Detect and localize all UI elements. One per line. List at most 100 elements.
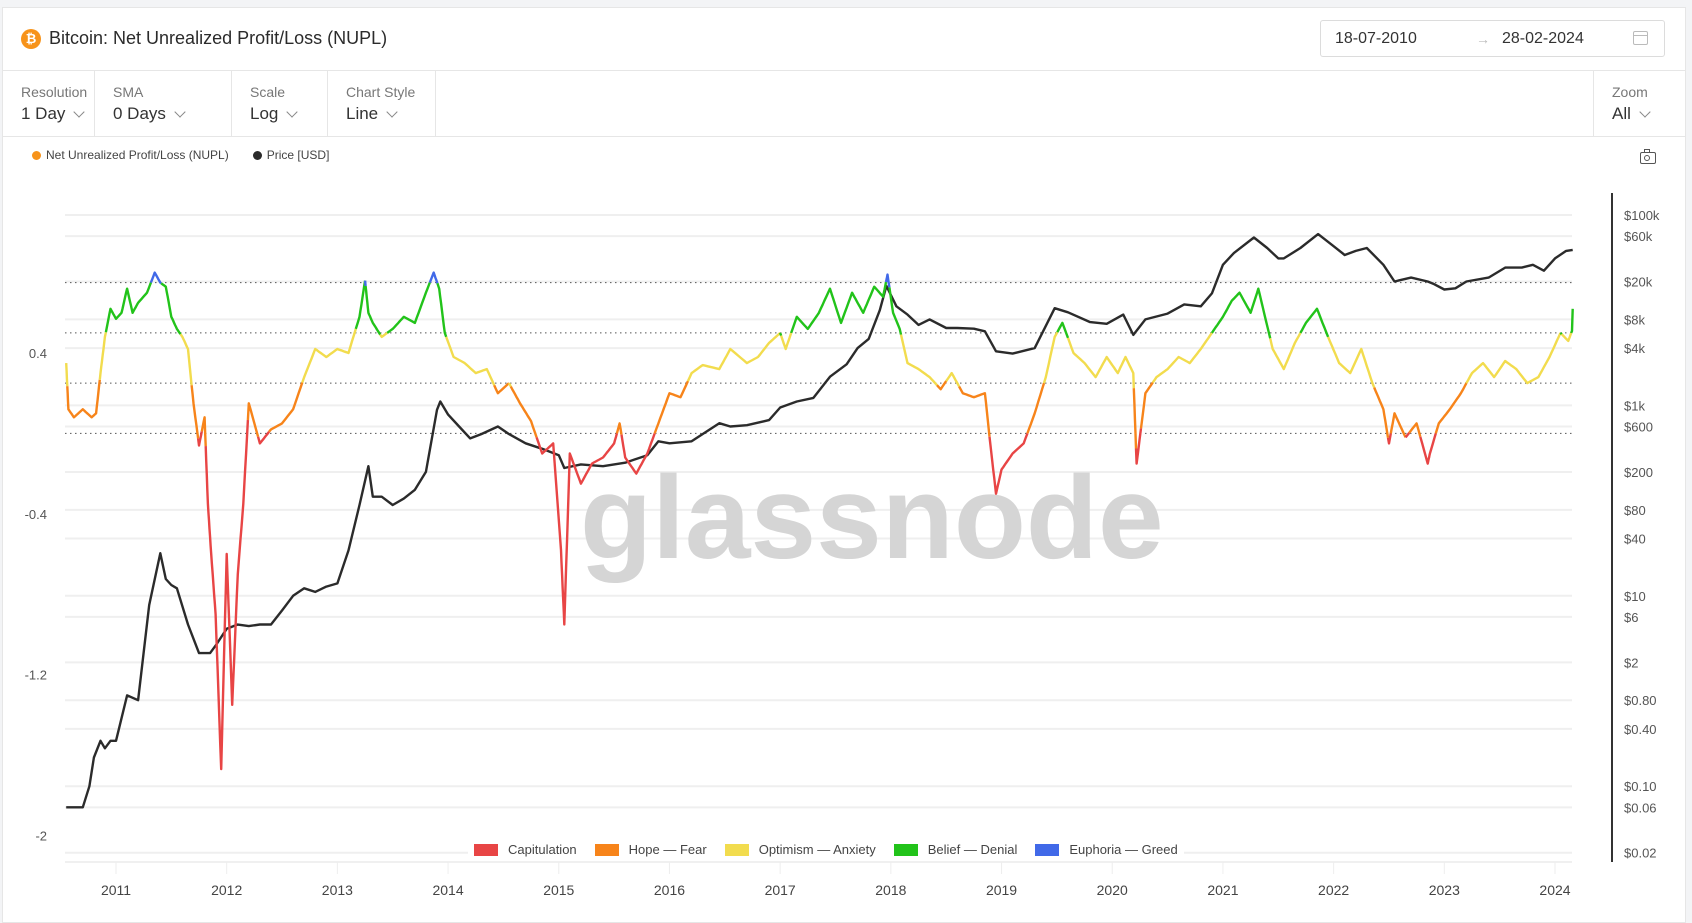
watermark: glassnode	[580, 452, 1164, 584]
nupl-line-segment	[190, 385, 200, 439]
nupl-line-segment	[790, 281, 888, 334]
nupl-line-segment	[899, 334, 938, 387]
x-axis-tick-label: 2018	[875, 882, 906, 898]
left-axis: 0.4 -0.4 -1.2 -2	[25, 346, 47, 843]
x-axis-tick-label: 2019	[986, 882, 1017, 898]
nupl-line-segment	[66, 379, 101, 419]
zone-label: Belief — Denial	[927, 842, 1018, 857]
left-axis-tick-label: -0.4	[25, 507, 47, 522]
nupl-line-segment	[1151, 332, 1213, 384]
right-axis-tick-label: $600	[1624, 420, 1653, 435]
nupl-line-segment	[160, 282, 182, 335]
nupl-line-segment	[945, 371, 961, 388]
right-axis-tick-label: $0.80	[1624, 693, 1657, 708]
color-swatch	[724, 843, 749, 856]
nupl-line-segment	[1570, 308, 1574, 334]
nupl-line-segment	[364, 285, 382, 336]
x-axis-tick-label: 2012	[211, 882, 242, 898]
nupl-line-segment	[509, 385, 538, 438]
color-swatch	[893, 843, 918, 856]
right-axis-tick-label: $0.40	[1624, 722, 1657, 737]
zone-legend-hope-fear[interactable]: Hope — Fear	[594, 842, 707, 857]
nupl-line-segment	[363, 280, 367, 287]
zone-label: Hope — Fear	[628, 842, 707, 857]
x-axis-tick-label: 2016	[654, 882, 685, 898]
nupl-line-segment	[888, 287, 903, 335]
nupl-line-segment	[436, 282, 448, 338]
nupl-line-segment	[256, 430, 271, 445]
nupl-line-segment	[65, 363, 69, 387]
nupl-line-segment	[686, 332, 782, 382]
nupl-chart: glassnode 0.4 -0.4 -1.2 -2 $100k $60k $20k $8k…	[25, 193, 1660, 898]
zone-legend: Capitulation Hope — Fear Optimism — Anxi…	[468, 842, 1184, 857]
nupl-line-segment	[386, 282, 431, 334]
nupl-line-segment	[1042, 331, 1059, 384]
nupl-line-segment	[301, 328, 357, 383]
nupl-line-segment	[268, 382, 304, 433]
x-axis-tick-label: 2013	[322, 882, 353, 898]
zone-legend-capitulation[interactable]: Capitulation	[474, 842, 577, 857]
nupl-line-segment	[1210, 287, 1272, 339]
x-axis-tick-label: 2022	[1318, 882, 1349, 898]
nupl-line-segment	[507, 382, 512, 388]
nupl-line-segment	[1465, 332, 1562, 385]
zone-label: Capitulation	[508, 842, 577, 857]
right-axis-tick-label: $200	[1624, 465, 1653, 480]
x-axis: 2011 2012 2013 2014 2015 2016 2017 2018 2019 2020…	[101, 862, 1571, 898]
left-axis-tick-label: 0.4	[29, 346, 47, 361]
nupl-line-segment	[379, 331, 388, 339]
right-axis-tick-label: $60k	[1624, 229, 1653, 244]
nupl-line-segment	[445, 336, 496, 386]
nupl-line-segment	[1326, 336, 1376, 388]
x-axis-tick-label: 2021	[1207, 882, 1238, 898]
zone-label: Euphoria — Greed	[1069, 842, 1178, 857]
nupl-line-segment	[493, 382, 510, 395]
nupl-line-segment	[1419, 433, 1437, 465]
nupl-line-segment	[1560, 332, 1573, 343]
zone-legend-optimism-anxiety[interactable]: Optimism — Anxiety	[724, 842, 876, 857]
color-swatch	[474, 843, 498, 856]
zone-legend-belief-denial[interactable]: Belief — Denial	[893, 842, 1018, 857]
x-axis-tick-label: 2015	[543, 882, 574, 898]
nupl-line-segment	[1389, 412, 1407, 438]
nupl-line-segment	[1299, 307, 1330, 338]
right-axis-tick-label: $8k	[1624, 312, 1645, 327]
nupl-line-segment	[1269, 332, 1302, 371]
right-axis-tick-label: $2	[1624, 655, 1638, 670]
nupl-line-segment	[1408, 422, 1422, 438]
x-axis-tick-label: 2023	[1429, 882, 1460, 898]
right-axis-tick-label: $10	[1624, 589, 1646, 604]
right-axis-tick-label: $1k	[1624, 398, 1645, 413]
nupl-line-segment	[179, 333, 193, 386]
nupl-line-segment	[1056, 321, 1070, 339]
right-axis: $100k $60k $20k $8k $4k $1k $600 $200 $80 $40 $10 $…	[1611, 193, 1660, 862]
nupl-line-segment	[1373, 387, 1390, 438]
right-axis-tick-label: $0.06	[1624, 800, 1657, 815]
x-axis-tick-label: 2011	[101, 882, 131, 898]
nupl-line-segment	[936, 380, 948, 391]
nupl-line-segment	[1132, 388, 1138, 449]
nupl-line-segment	[1559, 332, 1563, 336]
zone-legend-euphoria-greed[interactable]: Euphoria — Greed	[1035, 842, 1178, 857]
right-axis-tick-label: $100k	[1624, 208, 1660, 223]
left-axis-tick-label: -2	[35, 828, 47, 843]
right-axis-tick-label: $40	[1624, 531, 1646, 546]
x-axis-tick-label: 2020	[1097, 882, 1128, 898]
right-axis-tick-label: $20k	[1624, 275, 1653, 290]
right-axis-tick-label: $0.02	[1624, 846, 1657, 861]
right-axis-tick-label: $4k	[1624, 341, 1645, 356]
x-axis-tick-label: 2014	[432, 882, 463, 898]
x-axis-tick-label: 2024	[1539, 882, 1570, 898]
nupl-line-segment	[615, 422, 623, 435]
color-swatch	[594, 843, 619, 856]
left-axis-tick-label: -1.2	[25, 668, 47, 683]
right-axis-tick-label: $80	[1624, 503, 1646, 518]
nupl-line-segment	[246, 402, 260, 438]
nupl-line-segment	[354, 280, 367, 330]
nupl-line-segment	[104, 282, 153, 333]
x-axis-tick-label: 2017	[765, 882, 796, 898]
nupl-line-segment	[958, 385, 991, 437]
color-swatch	[1035, 843, 1060, 856]
right-axis-tick-label: $0.10	[1624, 779, 1657, 794]
right-axis-tick-label: $6	[1624, 610, 1638, 625]
